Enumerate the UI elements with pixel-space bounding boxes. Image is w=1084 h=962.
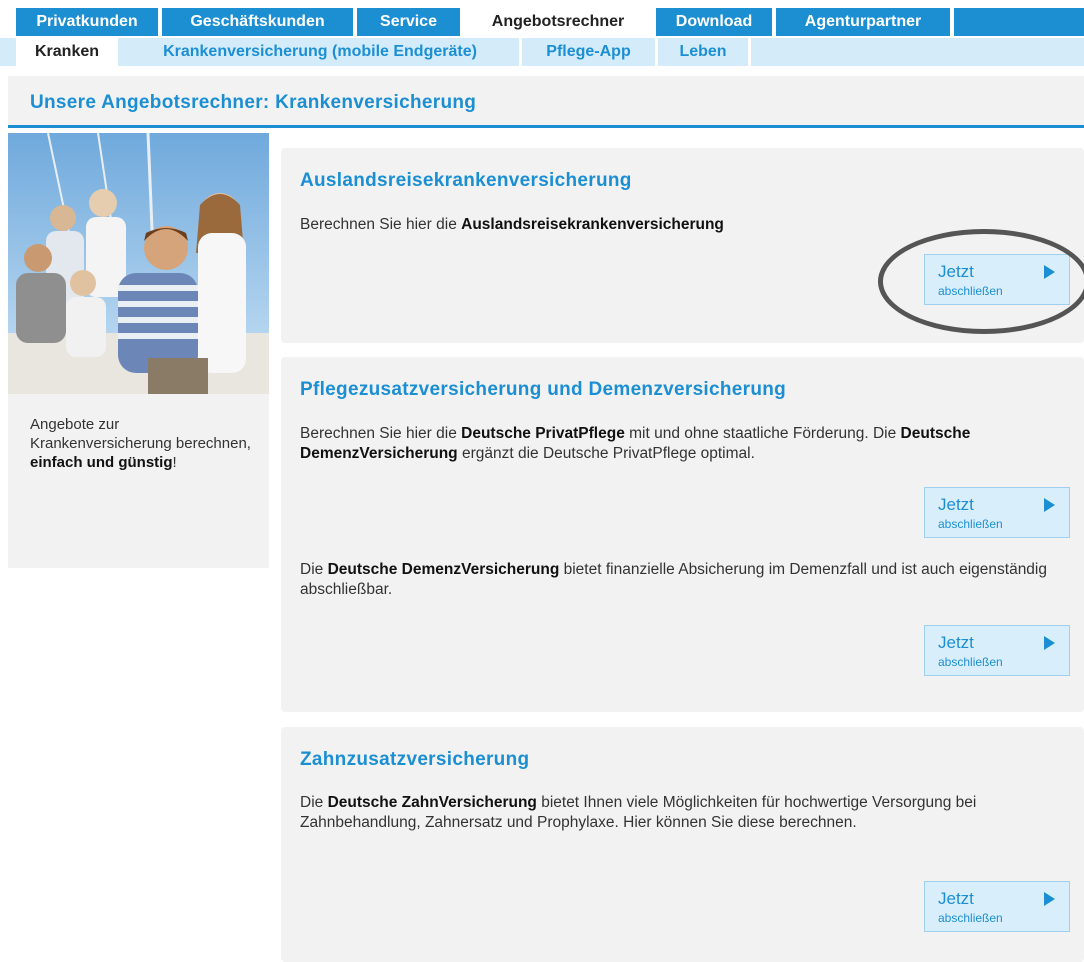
- nav-tab-privatkunden[interactable]: Privatkunden: [16, 8, 158, 36]
- nav-tab-geschaeftskunden[interactable]: Geschäftskunden: [162, 8, 353, 36]
- nav-tab-filler: [954, 8, 1084, 36]
- card-description: Die Deutsche ZahnVersicherung bietet Ihn…: [300, 793, 1070, 833]
- jetzt-abschliessen-button[interactable]: Jetzt abschließen: [924, 881, 1070, 932]
- subnav-separator: [748, 38, 751, 66]
- nav-tab-agenturpartner[interactable]: Agenturpartner: [776, 8, 950, 36]
- text-bold: Deutsche DemenzVersicherung: [327, 561, 560, 578]
- text-part: Berechnen Sie hier die: [300, 216, 462, 233]
- play-arrow-icon: [1044, 498, 1055, 512]
- button-sublabel: abschließen: [938, 517, 1003, 531]
- card-title: Auslandsreisekrankenversicherung: [300, 170, 632, 191]
- page-header: Unsere Angebotsrechner: Krankenversicher…: [8, 76, 1084, 128]
- card-description-2: Die Deutsche DemenzVersicherung bietet f…: [300, 560, 1070, 600]
- sidebar-text: Angebote zur Krankenversicherung berechn…: [30, 415, 255, 472]
- jetzt-abschliessen-button[interactable]: Jetzt abschließen: [924, 625, 1070, 676]
- jetzt-abschliessen-button[interactable]: Jetzt abschließen: [924, 487, 1070, 538]
- card-zahn: Zahnzusatzversicherung Die Deutsche Zahn…: [281, 727, 1084, 962]
- subnav-kranken[interactable]: Kranken: [16, 38, 118, 66]
- sidebar-text-bold: einfach und günstig: [30, 454, 173, 471]
- sidebar-text-part: Angebote zur Krankenversicherung berechn…: [30, 416, 251, 452]
- main-navigation: Privatkunden Geschäftskunden Service Ang…: [0, 8, 1084, 36]
- subnav-krankenversicherung-mobile[interactable]: Krankenversicherung (mobile Endgeräte): [121, 38, 519, 66]
- sidebar: Angebote zur Krankenversicherung berechn…: [8, 133, 269, 568]
- highlight-ellipse: [878, 229, 1084, 334]
- button-label: Jetzt: [938, 889, 974, 908]
- card-description: Berechnen Sie hier die Deutsche PrivatPf…: [300, 424, 1070, 464]
- button-sublabel: abschließen: [938, 911, 1003, 925]
- nav-tab-angebotsrechner[interactable]: Angebotsrechner: [464, 8, 652, 36]
- subnav-pflege-app[interactable]: Pflege-App: [522, 38, 655, 66]
- text-part: Berechnen Sie hier die: [300, 425, 462, 442]
- text-part: mit und ohne staatliche Förderung. Die: [624, 425, 901, 442]
- card-pflege: Pflegezusatzversicherung und Demenzversi…: [281, 357, 1084, 712]
- button-label: Jetzt: [938, 495, 974, 514]
- play-arrow-icon: [1044, 636, 1055, 650]
- text-bold: Deutsche ZahnVersicherung: [327, 794, 537, 811]
- page-title: Unsere Angebotsrechner: Krankenversicher…: [30, 92, 477, 113]
- sidebar-text-part: !: [172, 454, 177, 471]
- button-label: Jetzt: [938, 633, 974, 652]
- subnav-leben[interactable]: Leben: [658, 38, 748, 66]
- card-title: Pflegezusatzversicherung und Demenzversi…: [300, 379, 787, 400]
- play-arrow-icon: [1044, 892, 1055, 906]
- button-sublabel: abschließen: [938, 655, 1003, 669]
- card-title: Zahnzusatzversicherung: [300, 749, 530, 770]
- family-photo: [8, 133, 269, 394]
- sub-navigation: Kranken Krankenversicherung (mobile Endg…: [0, 38, 1084, 66]
- text-bold: Deutsche PrivatPflege: [461, 425, 625, 442]
- text-bold: Auslandsreisekrankenversicherung: [461, 216, 724, 233]
- nav-tab-download[interactable]: Download: [656, 8, 772, 36]
- text-part: Die: [300, 794, 328, 811]
- nav-tab-service[interactable]: Service: [357, 8, 460, 36]
- text-part: ergänzt die Deutsche PrivatPflege optima…: [457, 445, 755, 462]
- text-part: Die: [300, 561, 328, 578]
